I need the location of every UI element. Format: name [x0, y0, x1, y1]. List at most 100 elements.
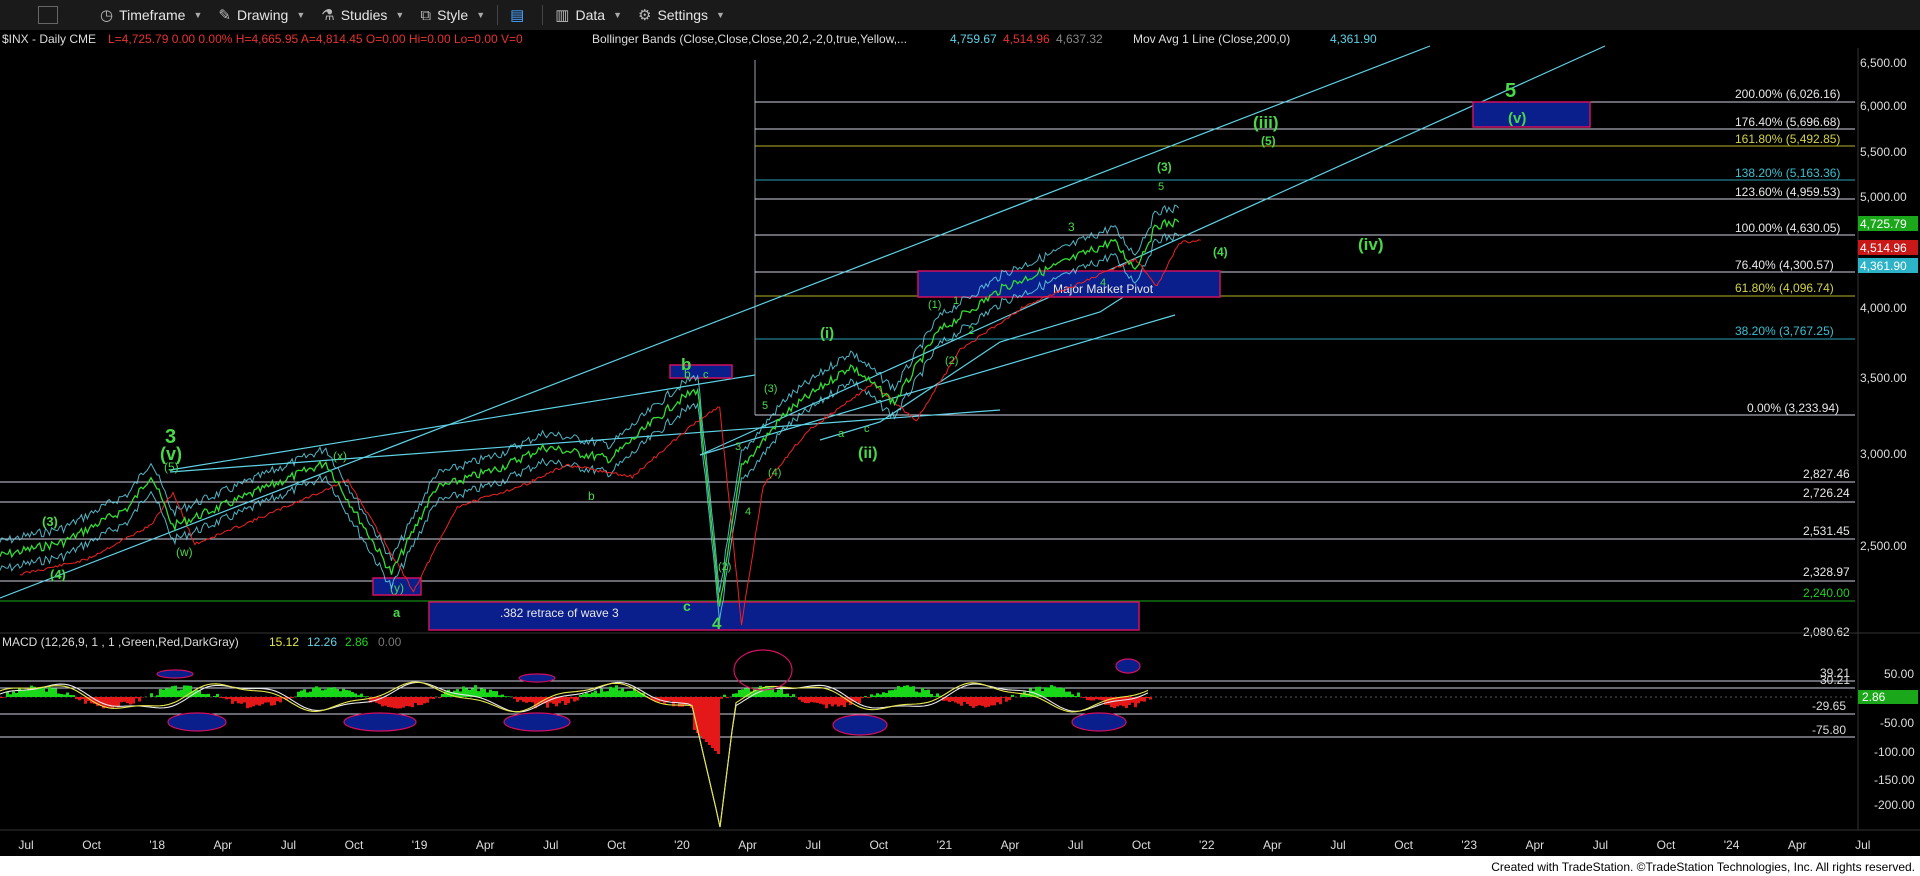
macd-histogram-bar — [1035, 686, 1038, 697]
macd-histogram-bar — [249, 697, 252, 708]
price-tick: 6,500.00 — [1860, 56, 1907, 70]
macd-histogram-bar — [738, 689, 741, 697]
macd-histogram-bar — [663, 697, 666, 704]
timeframe-menu[interactable]: ◷ Timeframe ▼ — [92, 0, 210, 30]
macd-histogram-bar — [573, 697, 576, 702]
macd-histogram-bar — [309, 691, 312, 697]
layout-square-icon[interactable] — [38, 6, 58, 24]
toolbar: ◷ Timeframe ▼ ✎ Drawing ▼ ⚗ Studies ▼ ⧉ Style ▼ … — [0, 0, 1920, 31]
macd-histogram-bar — [783, 693, 786, 697]
macd-histogram-bar — [327, 687, 330, 697]
studies-menu[interactable]: ⚗ Studies ▼ — [313, 0, 412, 30]
macd-histogram-bar — [1080, 697, 1083, 698]
macd-histogram-bar — [699, 697, 702, 736]
macd-histogram-bar — [579, 694, 582, 697]
macd-histogram-bar — [486, 692, 489, 697]
bollinger-label: Bollinger Bands (Close,Close,Close,20,2,… — [592, 32, 907, 46]
macd-histogram-bar — [345, 690, 348, 697]
macd-histogram-bar — [75, 697, 78, 699]
macd-histogram-bar — [732, 693, 735, 697]
macd-histogram-bar — [63, 694, 66, 697]
macd-histogram-bar — [870, 694, 873, 697]
wave-v-target-box — [1472, 101, 1591, 128]
macd-histogram-bar — [822, 697, 825, 705]
macd-histogram-bar — [1077, 692, 1080, 697]
toggle-panel-button[interactable]: ▤ — [502, 0, 538, 30]
moving-average-value: 4,361.90 — [1330, 32, 1377, 46]
macd-histogram-bar — [921, 687, 924, 697]
macd-histogram-bar — [162, 689, 165, 697]
macd-histogram-bar — [342, 688, 345, 697]
macd-histogram-bar — [594, 690, 597, 697]
macd-histogram-bar — [45, 691, 48, 697]
macd-histogram-bar — [477, 691, 480, 697]
macd-histogram-bar — [3, 697, 6, 698]
bar-data-icon: ▥ — [555, 7, 570, 24]
macd-histogram-bar — [780, 688, 783, 697]
macd-histogram-bar — [981, 697, 984, 706]
macd-histogram-bar — [168, 688, 171, 697]
macd-histogram-bar — [495, 691, 498, 697]
macd-histogram-bar — [414, 697, 417, 704]
macd-histogram-bar — [591, 692, 594, 697]
macd-histogram-bar — [489, 689, 492, 697]
macd-histogram-bar — [1086, 697, 1089, 701]
macd-histogram-bar — [954, 697, 957, 703]
macd-histogram-bar — [885, 693, 888, 697]
macd-histogram-bar — [156, 695, 159, 697]
macd-histogram-bar — [603, 691, 606, 697]
style-menu[interactable]: ⧉ Style ▼ — [412, 0, 493, 30]
macd-histogram-bar — [267, 697, 270, 703]
macd-histogram-bar — [216, 693, 219, 697]
divergence-ellipse — [156, 669, 194, 679]
time-tick: '24 — [1724, 838, 1740, 852]
retrace-box-label: .382 retrace of wave 3 — [500, 606, 619, 620]
fib-label: 200.00% (6,026.16) — [1735, 87, 1840, 101]
macd-histogram-bar — [114, 697, 117, 707]
time-tick: Oct — [1132, 838, 1151, 852]
divergence-ellipse — [167, 712, 227, 732]
wave-label: 2 — [968, 325, 974, 337]
time-tick: Jul — [281, 838, 296, 852]
macd-histogram-bar — [675, 697, 678, 703]
macd-histogram-bar — [231, 697, 234, 704]
macd-histogram-bar — [321, 690, 324, 697]
last-price-label: 4,725.79 — [1860, 217, 1907, 231]
macd-histogram-bar — [417, 697, 420, 706]
macd-histogram-bar — [6, 692, 9, 697]
divergence-ellipse — [503, 712, 571, 732]
price-tick: 4,000.00 — [1860, 301, 1907, 315]
macd-histogram-bar — [963, 697, 966, 702]
macd-histogram-bar — [120, 697, 123, 703]
macd-histogram-bar — [423, 697, 426, 704]
macd-histogram-bar — [213, 695, 216, 697]
settings-menu[interactable]: ⚙ Settings ▼ — [630, 0, 733, 30]
divergence-ellipse — [518, 673, 556, 683]
macd-histogram-bar — [819, 697, 822, 704]
macd-histogram-bar — [861, 697, 864, 699]
time-tick: Oct — [869, 838, 888, 852]
macd-histogram-bar — [315, 686, 318, 697]
time-tick: Jul — [1068, 838, 1083, 852]
price-chart[interactable]: $INX - Daily CME L=4,725.79 0.00 0.00% H… — [0, 30, 1920, 876]
drawing-menu[interactable]: ✎ Drawing ▼ — [210, 0, 313, 30]
wave-label: (ii) — [858, 445, 878, 462]
wave-label: (3) — [764, 383, 777, 395]
macd-histogram-bar — [1098, 697, 1101, 700]
macd-histogram-bar — [9, 694, 12, 697]
macd-histogram-bar — [570, 697, 573, 699]
macd-histogram-bar — [840, 697, 843, 706]
macd-histogram-bar — [519, 697, 522, 701]
data-menu[interactable]: ▥ Data ▼ — [547, 0, 630, 30]
macd-histogram-bar — [582, 694, 585, 697]
macd-histogram-bar — [531, 697, 534, 703]
macd-histogram-bar — [789, 696, 792, 697]
macd-histogram-bar — [171, 686, 174, 697]
macd-histogram-bar — [627, 690, 630, 697]
macd-level-label: -75.80 — [1812, 723, 1846, 737]
macd-histogram-bar — [207, 693, 210, 697]
macd-histogram-bar — [948, 697, 951, 702]
macd-histogram-bar — [1095, 697, 1098, 700]
macd-histogram-bar — [972, 697, 975, 708]
macd-histogram-bar — [246, 697, 249, 709]
